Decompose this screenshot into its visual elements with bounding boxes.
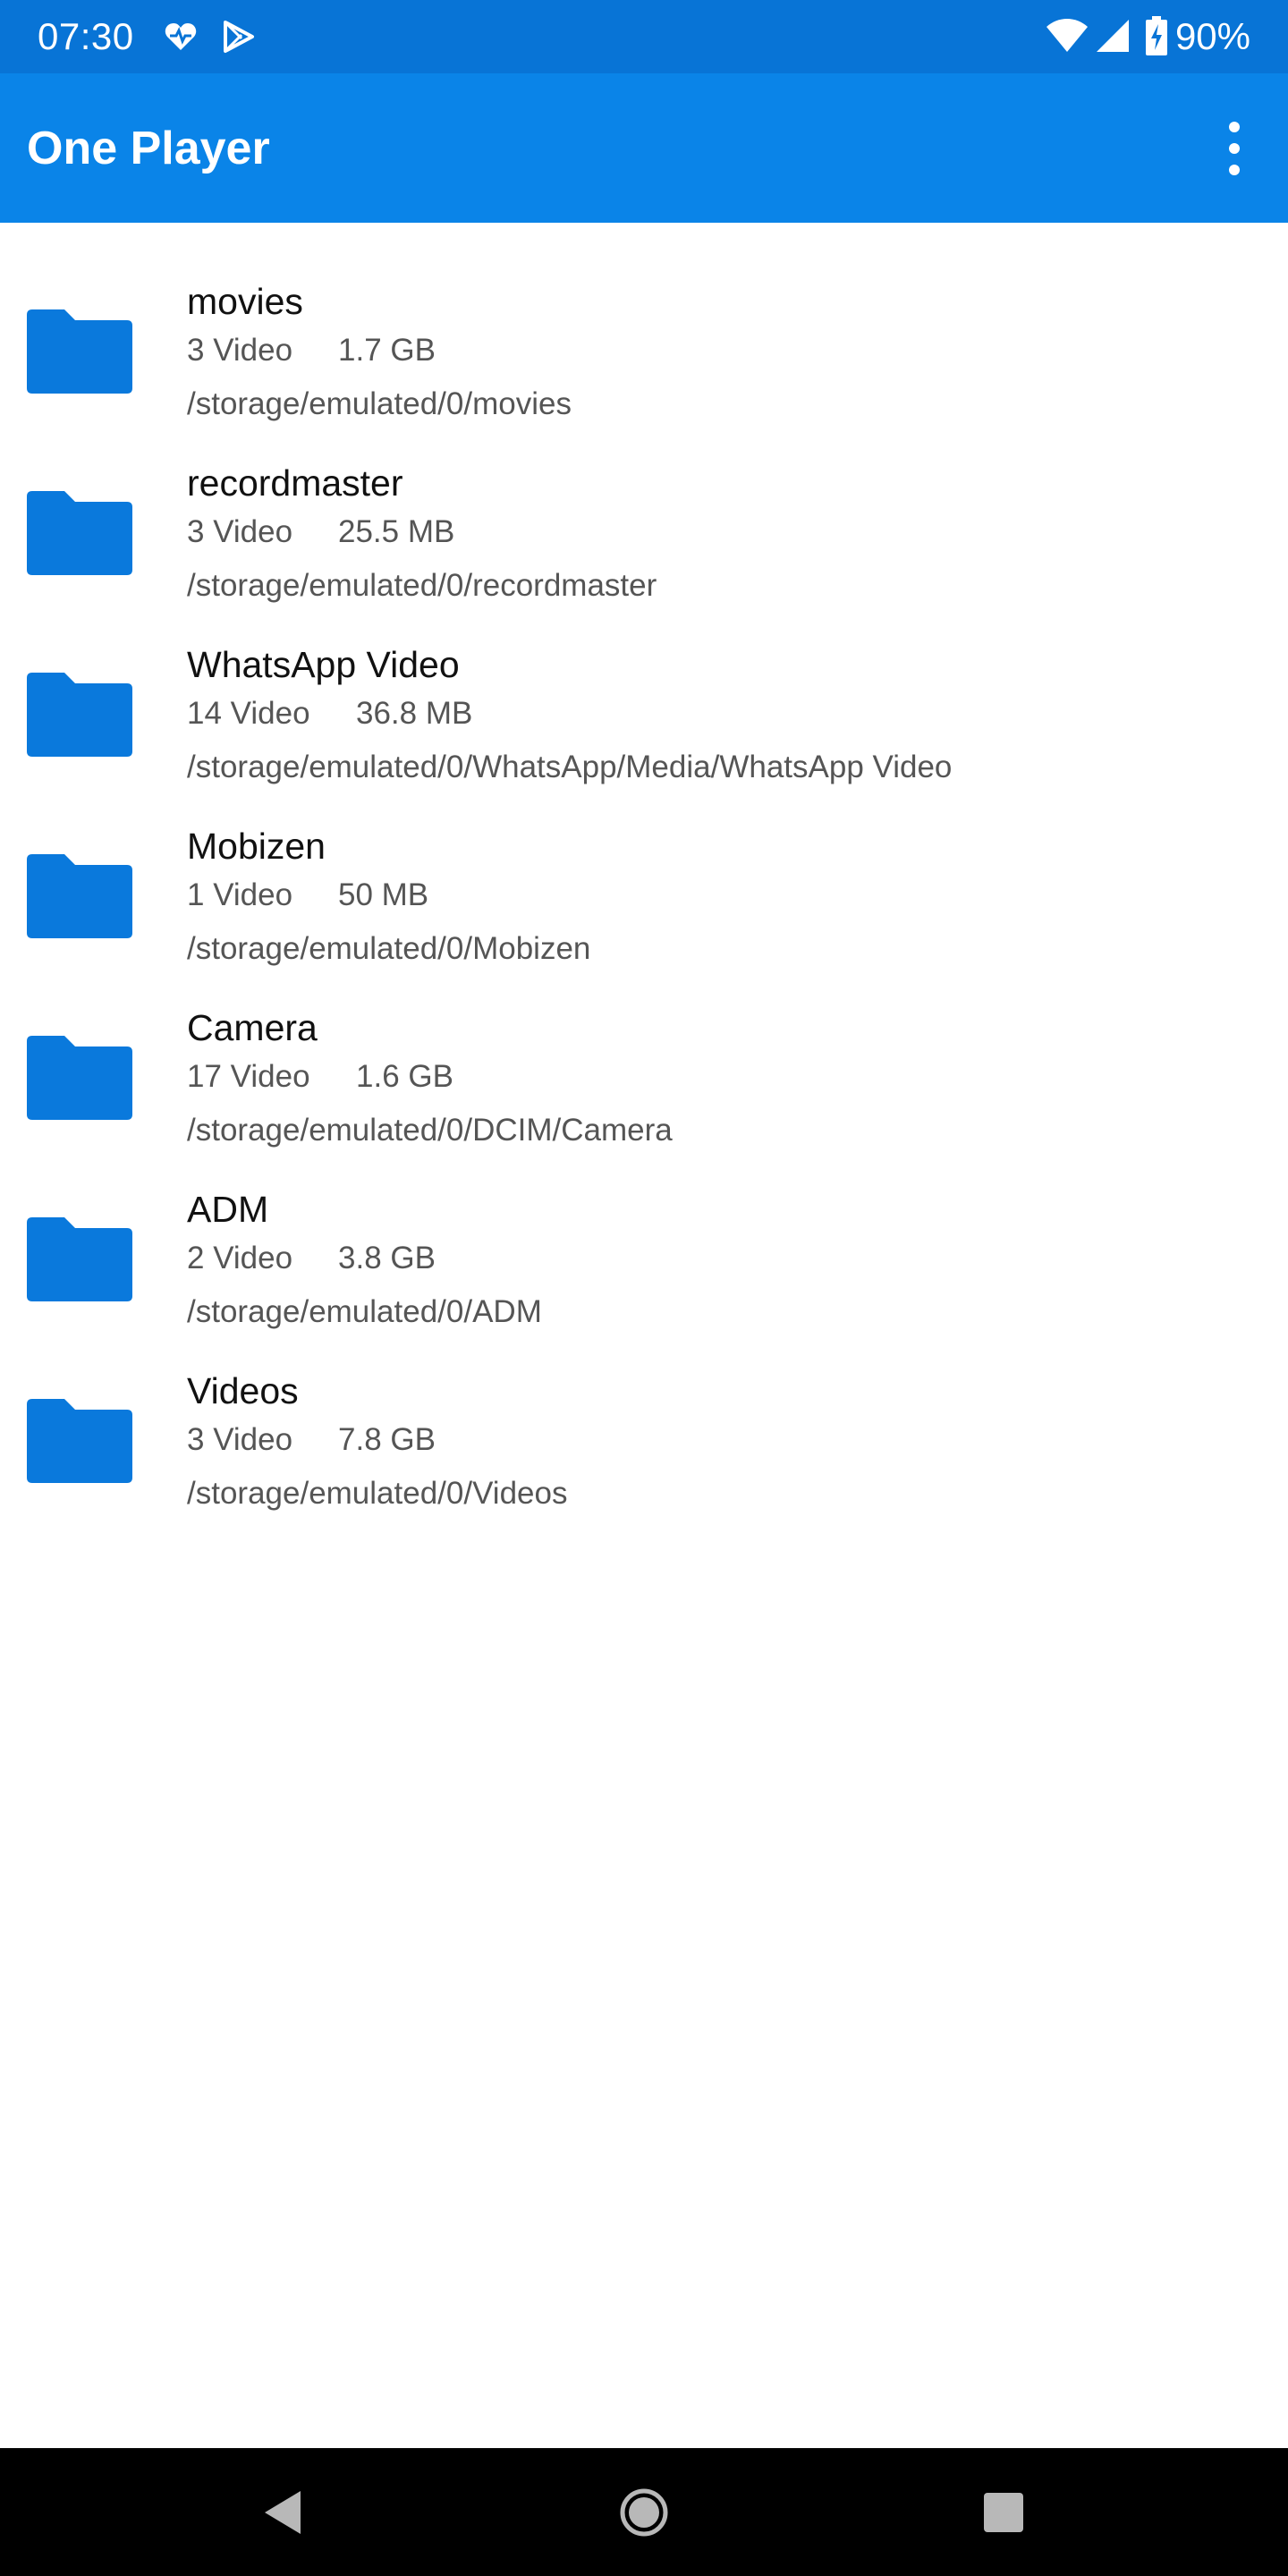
battery-percentage: 90% <box>1174 15 1250 57</box>
folder-size: 50 MB <box>338 877 429 912</box>
health-heart-icon <box>165 23 197 50</box>
folder-video-count: 3 Video <box>187 514 293 549</box>
folder-name: movies <box>187 281 303 322</box>
home-icon <box>620 2488 668 2537</box>
folder-name: Mobizen <box>187 826 326 867</box>
folder-video-count: 3 Video <box>187 333 293 368</box>
status-bar: 07:30 90% <box>0 0 1288 73</box>
folder-list: movies 3 Video 1.7 GB /storage/emulated/… <box>0 224 1288 1511</box>
folder-video-count: 3 Video <box>187 1422 293 1457</box>
folder-item[interactable]: Mobizen 1 Video 50 MB /storage/emulated/… <box>0 768 1288 966</box>
screen: 07:30 90% One Player movies 3 Video 1.7 … <box>0 0 1288 2576</box>
recents-button[interactable] <box>971 2480 1036 2545</box>
folder-video-count: 2 Video <box>187 1241 293 1275</box>
folder-name: ADM <box>187 1189 269 1230</box>
app-title: One Player <box>27 123 270 174</box>
folder-size: 1.6 GB <box>356 1059 453 1094</box>
folder-item[interactable]: ADM 2 Video 3.8 GB /storage/emulated/0/A… <box>0 1131 1288 1329</box>
folder-item[interactable]: movies 3 Video 1.7 GB /storage/emulated/… <box>0 224 1288 421</box>
app-bar: One Player <box>0 73 1288 223</box>
folder-name: recordmaster <box>187 462 403 504</box>
folder-size: 3.8 GB <box>338 1241 436 1275</box>
folder-video-count: 1 Video <box>187 877 293 912</box>
folder-item[interactable]: WhatsApp Video 14 Video 36.8 MB /storage… <box>0 587 1288 784</box>
folder-video-count: 14 Video <box>187 696 310 731</box>
recents-icon <box>984 2493 1023 2532</box>
folder-size: 1.7 GB <box>338 333 436 368</box>
folder-name: Videos <box>187 1370 299 1411</box>
folder-icon <box>27 1036 132 1120</box>
folder-name: WhatsApp Video <box>187 644 460 685</box>
folder-icon <box>27 854 132 938</box>
folder-icon <box>27 673 132 757</box>
folder-icon <box>27 1217 132 1301</box>
folder-name: Camera <box>187 1007 318 1048</box>
back-button[interactable] <box>250 2480 315 2545</box>
home-button[interactable] <box>612 2480 676 2545</box>
folder-item[interactable]: Videos 3 Video 7.8 GB /storage/emulated/… <box>0 1313 1288 1511</box>
folder-item[interactable]: Camera 17 Video 1.6 GB /storage/emulated… <box>0 950 1288 1148</box>
more-vert-icon <box>1229 122 1240 175</box>
folder-icon <box>27 1399 132 1483</box>
folder-size: 36.8 MB <box>356 696 473 731</box>
folder-path: /storage/emulated/0/Videos <box>187 1476 568 1511</box>
folder-size: 7.8 GB <box>338 1422 436 1457</box>
signal-icon <box>1097 20 1129 52</box>
navigation-bar <box>0 2448 1288 2576</box>
folder-icon <box>27 491 132 575</box>
back-icon <box>265 2491 301 2534</box>
overflow-menu-button[interactable] <box>1208 113 1261 184</box>
play-store-icon <box>224 21 254 53</box>
status-time: 07:30 <box>38 15 134 57</box>
battery-charging-icon <box>1146 16 1167 55</box>
folder-size: 25.5 MB <box>338 514 455 549</box>
folder-icon <box>27 309 132 394</box>
folder-video-count: 17 Video <box>187 1059 310 1094</box>
wifi-icon <box>1046 19 1088 52</box>
folder-item[interactable]: recordmaster 3 Video 25.5 MB /storage/em… <box>0 405 1288 603</box>
